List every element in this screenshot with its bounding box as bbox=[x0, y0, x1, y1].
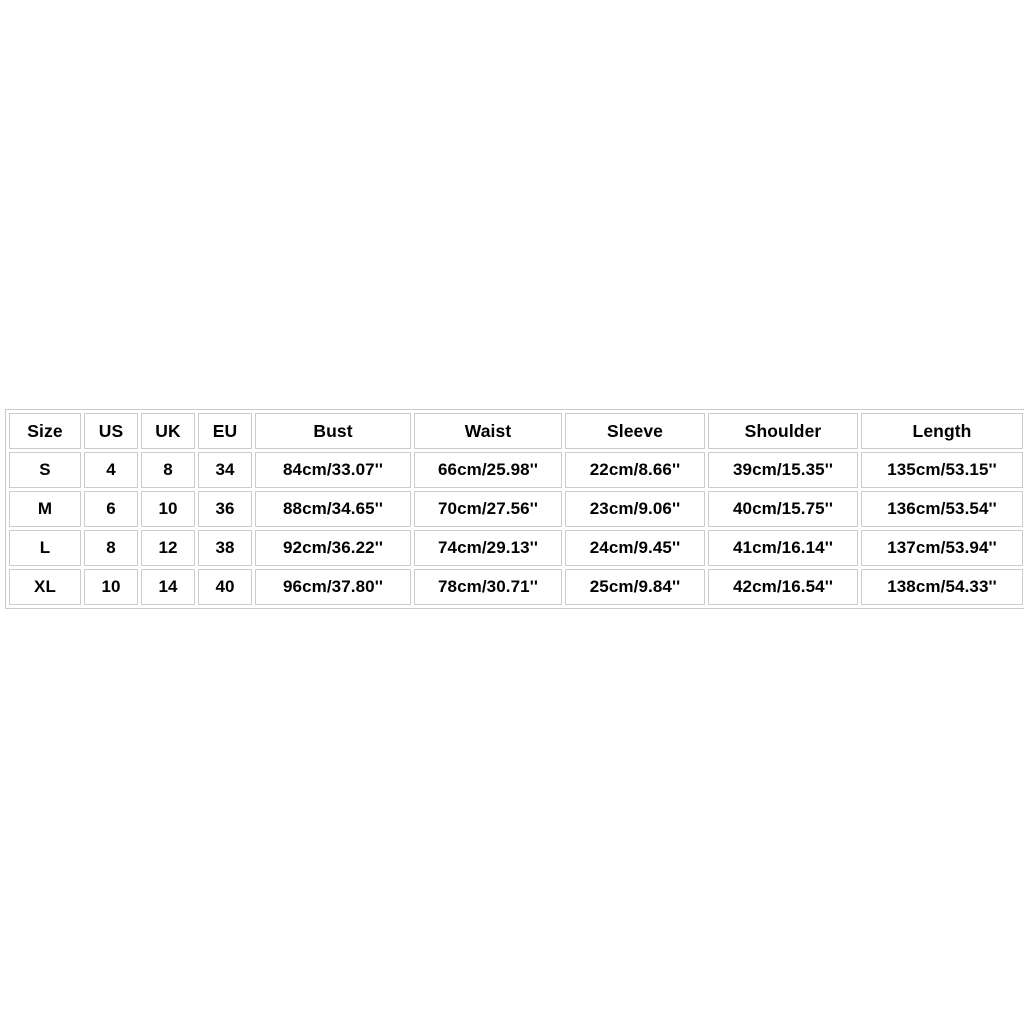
cell-waist: 74cm/29.13'' bbox=[414, 530, 562, 566]
cell-eu: 34 bbox=[198, 452, 252, 488]
cell-shoulder: 40cm/15.75'' bbox=[708, 491, 858, 527]
column-header-sleeve: Sleeve bbox=[565, 413, 705, 449]
cell-us: 6 bbox=[84, 491, 138, 527]
cell-us: 10 bbox=[84, 569, 138, 605]
column-header-waist: Waist bbox=[414, 413, 562, 449]
cell-bust: 88cm/34.65'' bbox=[255, 491, 411, 527]
cell-eu: 40 bbox=[198, 569, 252, 605]
cell-size: XL bbox=[9, 569, 81, 605]
cell-bust: 92cm/36.22'' bbox=[255, 530, 411, 566]
cell-shoulder: 39cm/15.35'' bbox=[708, 452, 858, 488]
column-header-size: Size bbox=[9, 413, 81, 449]
cell-length: 138cm/54.33'' bbox=[861, 569, 1023, 605]
size-chart-container: Size US UK EU Bust Waist Sleeve Shoulder Length … bbox=[5, 409, 1024, 609]
cell-bust: 96cm/37.80'' bbox=[255, 569, 411, 605]
cell-waist: 78cm/30.71'' bbox=[414, 569, 562, 605]
table-header: Size US UK EU Bust Waist Sleeve Shoulder Length bbox=[9, 413, 1023, 449]
cell-uk: 12 bbox=[141, 530, 195, 566]
cell-shoulder: 41cm/16.14'' bbox=[708, 530, 858, 566]
cell-uk: 14 bbox=[141, 569, 195, 605]
cell-eu: 36 bbox=[198, 491, 252, 527]
cell-waist: 66cm/25.98'' bbox=[414, 452, 562, 488]
column-header-length: Length bbox=[861, 413, 1023, 449]
table-body: S 4 8 34 84cm/33.07'' 66cm/25.98'' 22cm/8.66''… bbox=[9, 452, 1023, 605]
cell-us: 8 bbox=[84, 530, 138, 566]
column-header-us: US bbox=[84, 413, 138, 449]
cell-sleeve: 23cm/9.06'' bbox=[565, 491, 705, 527]
cell-us: 4 bbox=[84, 452, 138, 488]
table-row: S 4 8 34 84cm/33.07'' 66cm/25.98'' 22cm/8.66''… bbox=[9, 452, 1023, 488]
size-chart-table: Size US UK EU Bust Waist Sleeve Shoulder Length … bbox=[5, 409, 1024, 609]
table-row: L 8 12 38 92cm/36.22'' 74cm/29.13'' 24cm/9.45'… bbox=[9, 530, 1023, 566]
table-row: XL 10 14 40 96cm/37.80'' 78cm/30.71'' 25cm/9.8… bbox=[9, 569, 1023, 605]
cell-waist: 70cm/27.56'' bbox=[414, 491, 562, 527]
cell-bust: 84cm/33.07'' bbox=[255, 452, 411, 488]
cell-length: 136cm/53.54'' bbox=[861, 491, 1023, 527]
column-header-uk: UK bbox=[141, 413, 195, 449]
cell-shoulder: 42cm/16.54'' bbox=[708, 569, 858, 605]
column-header-shoulder: Shoulder bbox=[708, 413, 858, 449]
cell-sleeve: 25cm/9.84'' bbox=[565, 569, 705, 605]
cell-size: M bbox=[9, 491, 81, 527]
cell-eu: 38 bbox=[198, 530, 252, 566]
column-header-bust: Bust bbox=[255, 413, 411, 449]
cell-uk: 10 bbox=[141, 491, 195, 527]
column-header-eu: EU bbox=[198, 413, 252, 449]
cell-length: 135cm/53.15'' bbox=[861, 452, 1023, 488]
cell-sleeve: 24cm/9.45'' bbox=[565, 530, 705, 566]
cell-length: 137cm/53.94'' bbox=[861, 530, 1023, 566]
cell-uk: 8 bbox=[141, 452, 195, 488]
table-header-row: Size US UK EU Bust Waist Sleeve Shoulder Length bbox=[9, 413, 1023, 449]
cell-sleeve: 22cm/8.66'' bbox=[565, 452, 705, 488]
table-row: M 6 10 36 88cm/34.65'' 70cm/27.56'' 23cm/9.06'… bbox=[9, 491, 1023, 527]
cell-size: L bbox=[9, 530, 81, 566]
cell-size: S bbox=[9, 452, 81, 488]
